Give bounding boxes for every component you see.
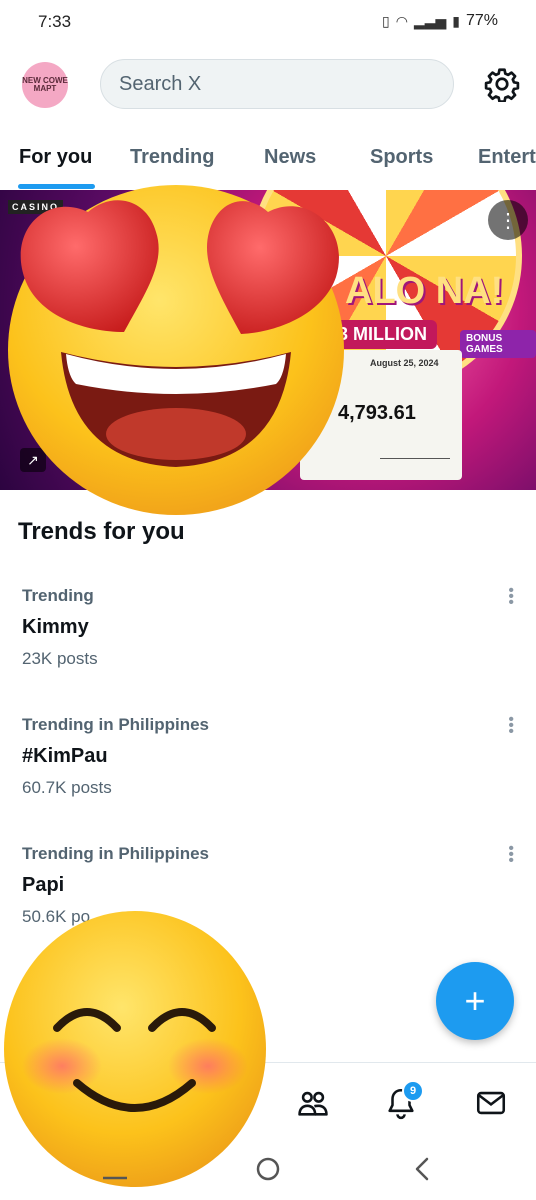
top-header: NEW COWE MAPT Search X: [0, 52, 536, 122]
more-options-icon[interactable]: ⋮: [488, 200, 528, 240]
search-placeholder: Search X: [119, 72, 202, 95]
battery-icon: ▮: [452, 12, 460, 29]
tab-news[interactable]: News: [264, 146, 316, 169]
trend-posts: 60.7K posts: [22, 778, 112, 797]
back-icon[interactable]: [408, 1154, 438, 1184]
trend-more-icon[interactable]: • • •: [508, 583, 514, 611]
communities-icon[interactable]: [296, 1086, 330, 1120]
trend-item[interactable]: Trending Kimmy 23K posts • • •: [22, 583, 522, 669]
smiling-emoji: [4, 911, 266, 1187]
banner-headline: ALO NA!: [345, 270, 504, 312]
cheque-signature: [380, 444, 450, 459]
signal-icon: ▂▃▅: [413, 12, 447, 29]
wifi-icon: ◠: [395, 12, 408, 29]
cheque-date: August 25, 2024: [370, 358, 439, 368]
trend-more-icon[interactable]: • • •: [508, 841, 514, 869]
trend-category: Trending in Philippines: [22, 715, 210, 734]
trends-title: Trends for you: [18, 518, 185, 545]
gear-icon[interactable]: [484, 66, 520, 102]
heart-eyes-emoji: [8, 185, 344, 515]
trend-name: #KimPau: [22, 745, 108, 767]
trend-name: Kimmy: [22, 616, 89, 638]
tab-for-you[interactable]: For you: [19, 146, 92, 169]
trend-category: Trending: [22, 586, 94, 605]
status-icons: ▯ ◠ ▂▃▅ ▮ 77%: [382, 12, 498, 30]
trend-more-icon[interactable]: • • •: [508, 712, 514, 740]
avatar[interactable]: NEW COWE MAPT: [22, 62, 68, 108]
home-icon[interactable]: [253, 1154, 283, 1184]
status-bar: 7:33 ▯ ◠ ▂▃▅ ▮ 77%: [0, 0, 536, 48]
banner-bonus: BONUS GAMES: [460, 330, 536, 358]
mail-icon[interactable]: [474, 1086, 508, 1120]
compose-button[interactable]: +: [436, 962, 514, 1040]
tab-trending[interactable]: Trending: [130, 146, 214, 169]
status-time: 7:33: [38, 12, 72, 31]
battery-percent: 77%: [465, 12, 498, 29]
tab-sports[interactable]: Sports: [370, 146, 433, 169]
notifications-badge: 9: [402, 1080, 424, 1102]
trend-category: Trending in Philippines: [22, 844, 210, 863]
plus-icon: +: [464, 980, 486, 1021]
trend-name: Papi: [22, 874, 65, 896]
tab-entertainment[interactable]: Entert: [478, 146, 536, 169]
trend-item[interactable]: Trending in Philippines #KimPau 60.7K po…: [22, 712, 522, 798]
vibrate-icon: ▯: [382, 12, 390, 29]
trend-posts: 23K posts: [22, 649, 98, 668]
avatar-text: NEW COWE MAPT: [22, 76, 68, 93]
recent-apps-icon[interactable]: [100, 1154, 130, 1184]
search-input[interactable]: Search X: [100, 59, 454, 109]
